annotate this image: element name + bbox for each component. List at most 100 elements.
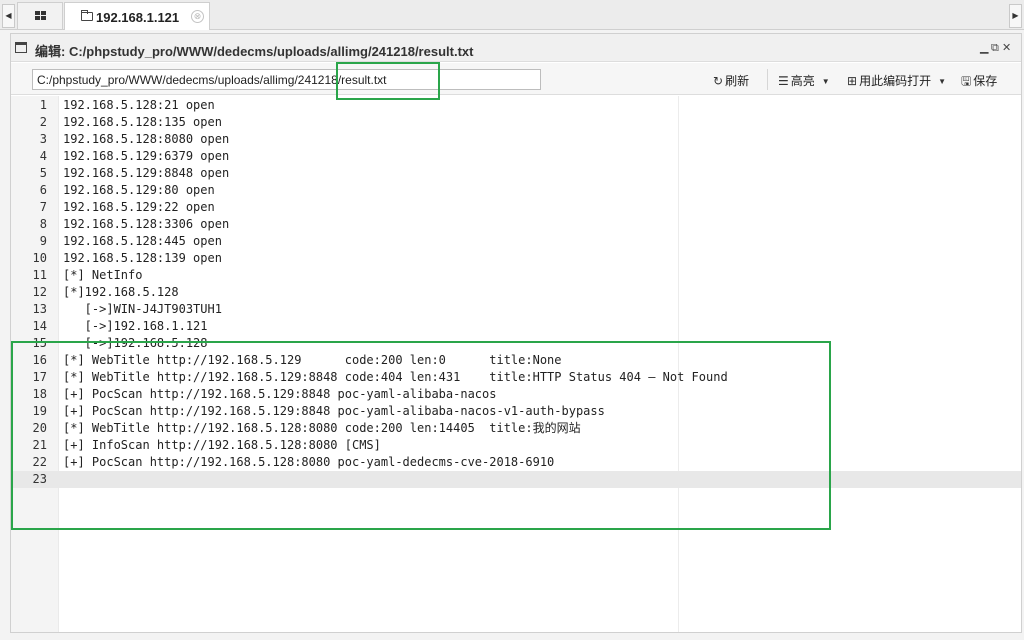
line-text: 192.168.5.128:135 open	[63, 115, 222, 129]
line-text: [->]192.168.5.128	[63, 336, 208, 350]
code-line[interactable]: 16 [*] WebTitle http://192.168.5.129 code…	[11, 352, 1021, 369]
save-button[interactable]: 🖫 保存	[961, 72, 997, 93]
line-text: [*] NetInfo	[63, 268, 143, 282]
code-line[interactable]: 17 [*] WebTitle http://192.168.5.129:8848…	[11, 369, 1021, 386]
window-titlebar[interactable]: 编辑: C:/phpstudy_pro/WWW/dedecms/uploads/…	[11, 34, 1021, 62]
open-with-encoding-label: 用此编码打开	[859, 74, 932, 88]
code-line[interactable]: 3 192.168.5.128:8080 open	[11, 131, 1021, 148]
code-line[interactable]: 7 192.168.5.129:22 open	[11, 199, 1021, 216]
line-number: 7	[39, 200, 47, 214]
tab-192-168-1-121[interactable]: 192.168.1.121 ⊗	[64, 2, 210, 30]
code-line[interactable]: 1 192.168.5.128:21 open	[11, 97, 1021, 114]
line-text: [->]WIN-J4JT903TUH1	[63, 302, 222, 316]
code-line[interactable]: 4 192.168.5.129:6379 open	[11, 148, 1021, 165]
window-icon	[15, 42, 27, 53]
code-line[interactable]: 18 [+] PocScan http://192.168.5.129:8848 …	[11, 386, 1021, 403]
refresh-button[interactable]: ↻ 刷新	[713, 72, 749, 89]
list-icon: ☰	[778, 74, 789, 88]
code-line[interactable]: 6 192.168.5.129:80 open	[11, 182, 1021, 199]
line-number: 3	[39, 132, 47, 146]
restore-icon[interactable]: ⧉	[991, 42, 1002, 55]
chevron-down-icon: ▼	[938, 77, 946, 86]
tab-scroll-right-button[interactable]: ▶	[1009, 4, 1022, 28]
code-line[interactable]: 9 192.168.5.128:445 open	[11, 233, 1021, 250]
line-number: 10	[32, 251, 47, 265]
encoding-icon: ⊞	[847, 74, 858, 88]
line-text: 192.168.5.129:8848 open	[63, 166, 230, 180]
code-line[interactable]: 8 192.168.5.128:3306 open	[11, 216, 1021, 233]
line-number: 4	[39, 149, 47, 163]
line-number: 18	[32, 387, 47, 401]
save-label: 保存	[973, 74, 998, 88]
refresh-label: 刷新	[725, 74, 750, 88]
folder-icon	[81, 10, 93, 21]
line-text: [+] PocScan http://192.168.5.128:8080 po…	[63, 455, 555, 469]
line-number: 2	[39, 115, 47, 129]
code-line[interactable]: 19 [+] PocScan http://192.168.5.129:8848 …	[11, 403, 1021, 420]
grid-icon	[35, 11, 46, 21]
code-line[interactable]: 14 [->]192.168.1.121	[11, 318, 1021, 335]
code-line[interactable]: 23	[11, 471, 1021, 488]
line-number: 16	[32, 353, 47, 367]
line-number: 23	[32, 472, 47, 486]
editor-toolbar: ↻刷新 ☰高亮 ▼ ⊞用此编码打开 ▼ 🖫保存	[11, 63, 1021, 95]
line-text: [*] WebTitle http://192.168.5.129 code:2…	[63, 353, 562, 367]
highlight-label: 高亮	[790, 74, 815, 88]
line-text: [+] PocScan http://192.168.5.129:8848 po…	[63, 387, 497, 401]
line-text: 192.168.5.129:22 open	[63, 200, 215, 214]
tab-close-icon[interactable]: ⊗	[191, 10, 204, 23]
code-line[interactable]: 10 192.168.5.128:139 open	[11, 250, 1021, 267]
line-number: 12	[32, 285, 47, 299]
line-number: 13	[32, 302, 47, 316]
line-number: 15	[32, 336, 47, 350]
code-line[interactable]: 20 [*] WebTitle http://192.168.5.128:8080…	[11, 420, 1021, 437]
tab-scroll-left-button[interactable]: ◀	[2, 4, 15, 28]
code-editor[interactable]: 1 192.168.5.128:21 open 2 192.168.5.128:135…	[11, 96, 1021, 632]
close-icon[interactable]: ✕	[1002, 41, 1013, 54]
line-number: 21	[32, 438, 47, 452]
code-line[interactable]: 21 [+] InfoScan http://192.168.5.128:8080…	[11, 437, 1021, 454]
tab-bar: ◀ 192.168.1.121 ⊗ ▶	[0, 0, 1024, 30]
line-number: 9	[39, 234, 47, 248]
line-number: 8	[39, 217, 47, 231]
tab-label: 192.168.1.121	[96, 10, 180, 25]
line-text: 192.168.5.128:139 open	[63, 251, 222, 265]
line-text: 192.168.5.128:3306 open	[63, 217, 230, 231]
tab-overview-button[interactable]	[17, 2, 63, 29]
save-icon: 🖫	[961, 74, 972, 88]
refresh-icon: ↻	[713, 74, 724, 88]
line-number: 19	[32, 404, 47, 418]
line-text: [->]192.168.1.121	[63, 319, 208, 333]
code-line[interactable]: 15 [->]192.168.5.128	[11, 335, 1021, 352]
code-line[interactable]: 2 192.168.5.128:135 open	[11, 114, 1021, 131]
highlight-dropdown[interactable]: ☰ 高亮 ▼	[778, 72, 830, 89]
minimize-icon[interactable]: ▁	[980, 41, 991, 54]
line-number: 17	[32, 370, 47, 384]
line-text: [*] WebTitle http://192.168.5.129:8848 c…	[63, 370, 728, 384]
window-title: 编辑: C:/phpstudy_pro/WWW/dedecms/uploads/…	[35, 44, 474, 59]
line-text: 192.168.5.128:21 open	[63, 98, 215, 112]
line-text: 192.168.5.128:445 open	[63, 234, 222, 248]
line-text: 192.168.5.129:6379 open	[63, 149, 230, 163]
line-number: 5	[39, 166, 47, 180]
code-line[interactable]: 5 192.168.5.129:8848 open	[11, 165, 1021, 182]
code-line[interactable]: 11 [*] NetInfo	[11, 267, 1021, 284]
line-text: [+] InfoScan http://192.168.5.128:8080 […	[63, 438, 381, 452]
chevron-down-icon: ▼	[821, 77, 830, 86]
editor-window: 编辑: C:/phpstudy_pro/WWW/dedecms/uploads/…	[10, 33, 1022, 633]
line-text: [*]192.168.5.128	[63, 285, 179, 299]
code-line[interactable]: 13 [->]WIN-J4JT903TUH1	[11, 301, 1021, 318]
open-with-encoding-dropdown[interactable]: ⊞ 用此编码打开 ▼	[847, 72, 946, 89]
toolbar-divider	[767, 69, 768, 90]
line-number: 1	[39, 98, 47, 112]
line-text: [+] PocScan http://192.168.5.129:8848 po…	[63, 404, 605, 418]
code-line[interactable]: 22 [+] PocScan http://192.168.5.128:8080 …	[11, 454, 1021, 471]
line-number: 6	[39, 183, 47, 197]
line-number: 20	[32, 421, 47, 435]
code-line[interactable]: 12 [*]192.168.5.128	[11, 284, 1021, 301]
line-text: [*] WebTitle http://192.168.5.128:8080 c…	[63, 421, 581, 435]
line-number: 22	[32, 455, 47, 469]
line-text: 192.168.5.129:80 open	[63, 183, 215, 197]
window-controls: ▁⧉✕	[980, 41, 1013, 55]
file-path-input[interactable]	[32, 69, 541, 90]
